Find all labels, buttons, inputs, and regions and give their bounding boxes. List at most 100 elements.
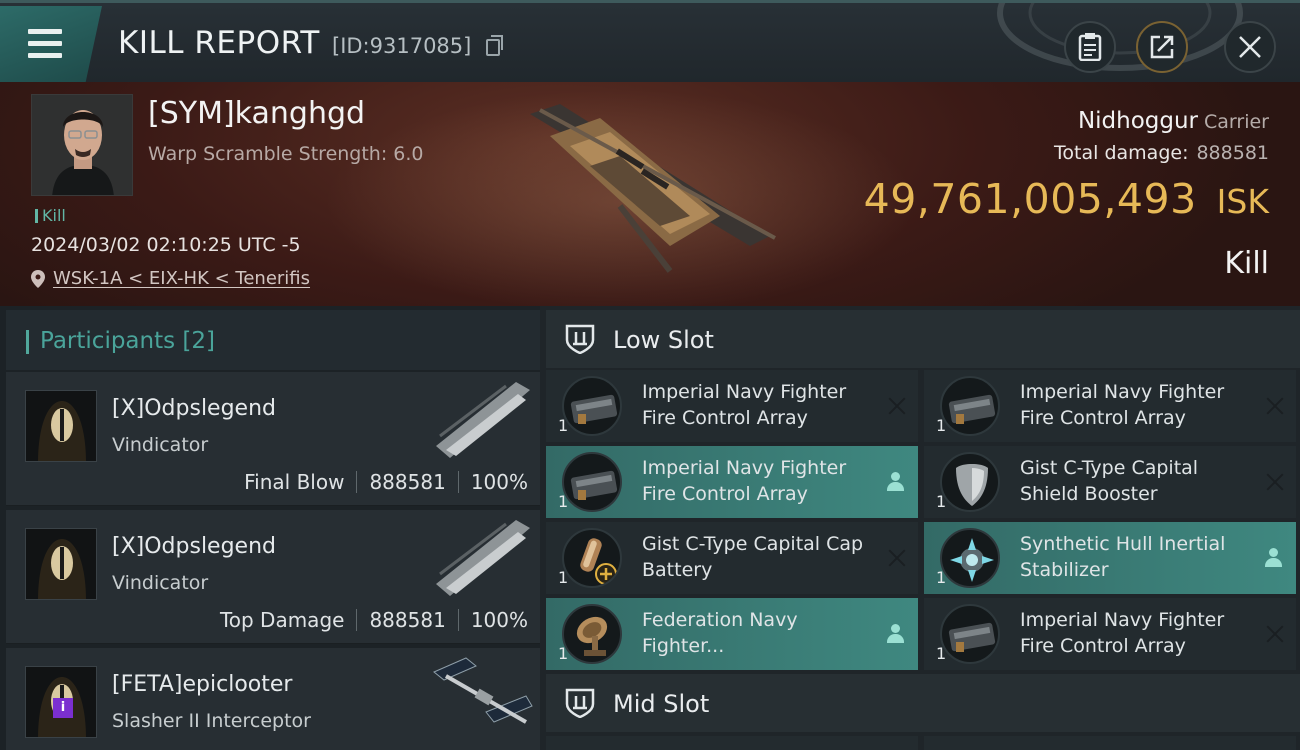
destroyed-icon — [1266, 625, 1284, 643]
fighter-control-array-icon — [562, 452, 622, 512]
stat-divider — [356, 471, 358, 493]
victim-name[interactable]: [SYM]kanghgd — [148, 96, 365, 131]
module-image — [956, 464, 988, 506]
destroyed-icon — [1266, 397, 1284, 415]
participants-accent — [26, 330, 29, 354]
module-name: Imperial Navy Fighter Fire Control Array — [1020, 609, 1225, 657]
fitting-panel: Low Slot 1 Imperial Navy Fighter Fire Co… — [540, 306, 1300, 750]
share-button[interactable] — [1136, 21, 1188, 73]
participant-damage: 888581 — [369, 470, 446, 494]
menu-icon-bar — [28, 53, 62, 58]
victim-avatar[interactable] — [31, 94, 133, 196]
location-pin-icon — [31, 269, 45, 288]
kill-location[interactable]: WSK-1A < EIX-HK < Tenerifis — [31, 268, 310, 289]
victim-ship-name: Nidhoggur — [1077, 108, 1199, 134]
module-item[interactable]: 1 Imperial Navy Fighter Fire Control Arr… — [924, 598, 1296, 670]
participant-ship: Vindicator — [112, 434, 209, 456]
module-quantity: 1 — [558, 568, 569, 587]
close-button[interactable] — [1224, 21, 1276, 73]
module-item[interactable]: 1 Imperial Navy Fighter Fire Control Arr… — [924, 370, 1296, 442]
participant-portrait — [26, 529, 96, 599]
module-item[interactable]: 1 Gist C-Type Capital Cap Battery — [546, 522, 918, 594]
participant-name[interactable]: [FETA]epiclooter — [112, 672, 292, 697]
mid-slot-header: Mid Slot — [546, 674, 1300, 732]
low-slot-icon — [565, 324, 595, 354]
participant-ship: Vindicator — [112, 572, 209, 594]
module-quantity: 1 — [936, 644, 947, 663]
participants-header: Participants [2] — [6, 310, 540, 370]
module-name: Gist C-Type Capital Cap Battery — [642, 533, 864, 581]
participant-name[interactable]: [X]Odpslegend — [112, 534, 276, 559]
fighter-module-icon — [562, 604, 622, 664]
participant-row[interactable]: [X]Odpslegend Vindicator Final Blow 88858… — [6, 372, 540, 506]
module-image — [570, 470, 618, 500]
module-name: Imperial Navy Fighter Fire Control Array — [642, 457, 847, 505]
participant-ship-image — [436, 520, 530, 596]
participant-percent: 100% — [470, 608, 528, 632]
victim-ship-class: Carrier — [1204, 111, 1269, 133]
participant-damage: 888581 — [369, 608, 446, 632]
stat-divider — [356, 609, 358, 631]
participant-percent: 100% — [470, 470, 528, 494]
total-damage-value: 888581 — [1196, 142, 1269, 164]
stat-divider — [457, 471, 459, 493]
module-item[interactable]: 1 Federation Navy Fighter... — [546, 598, 918, 670]
menu-icon-bar — [28, 41, 62, 46]
module-item[interactable]: 1 Imperial Navy Fighter Fire Control Arr… — [546, 446, 918, 518]
mid-slot-icon — [565, 688, 595, 718]
low-slot-label: Low Slot — [613, 326, 714, 354]
victim-ship[interactable]: Nidhoggur Carrier — [1078, 108, 1269, 134]
participants-panel: Participants [2] [X]Odpslegend Vindicato… — [0, 306, 540, 750]
participants-label: Participants — [40, 328, 176, 354]
module-image — [576, 616, 608, 656]
participant-ship: Slasher II Interceptor — [112, 710, 311, 732]
kill-id: [ID:9317085] — [332, 34, 472, 58]
close-icon — [1239, 36, 1261, 58]
module-image — [948, 622, 996, 652]
destroyed-icon — [888, 549, 906, 567]
module-name: Imperial Navy Fighter Fire Control Array — [1020, 381, 1225, 429]
inertial-stabilizer-icon — [940, 528, 1000, 588]
module-quantity: 1 — [936, 568, 947, 587]
fighter-control-array-icon — [940, 376, 1000, 436]
kill-tag: Kill — [35, 206, 66, 225]
share-icon — [1150, 35, 1174, 59]
participant-stats: Top Damage 888581 100% — [220, 608, 528, 632]
participant-row[interactable]: [X]Odpslegend Vindicator Top Damage 88858… — [6, 510, 540, 644]
module-image — [948, 394, 996, 424]
dropped-person-icon — [886, 624, 904, 644]
module-quantity: 1 — [936, 416, 947, 435]
participant-name[interactable]: [X]Odpslegend — [112, 396, 276, 421]
module-item[interactable]: 1 Imperial Navy Fighter Fire Control Arr… — [546, 370, 918, 442]
participant-row[interactable]: i [FETA]epiclooter Slasher II Intercepto… — [6, 648, 540, 750]
isk-unit: ISK — [1216, 182, 1269, 221]
low-slot-header: Low Slot — [546, 310, 1300, 368]
participants-count: [2] — [182, 328, 216, 354]
dropped-person-icon — [1264, 548, 1282, 568]
menu-button[interactable] — [0, 6, 102, 82]
victim-ship-image — [530, 104, 776, 273]
module-name: Gist C-Type Capital Shield Booster — [1020, 457, 1199, 505]
mid-slot-label: Mid Slot — [613, 690, 710, 718]
stat-divider — [457, 609, 459, 631]
location-link[interactable]: WSK-1A < EIX-HK < Tenerifis — [53, 268, 310, 289]
kill-type-label: Kill — [1224, 246, 1269, 281]
participant-role: Top Damage — [219, 608, 345, 632]
module-item[interactable]: 1 Synthetic Hull Inertial Stabilizer — [924, 522, 1296, 594]
module-item-partial[interactable] — [924, 736, 1296, 750]
module-item-partial[interactable] — [546, 736, 918, 750]
cap-battery-icon — [562, 528, 622, 588]
module-image — [570, 394, 618, 424]
clipboard-button[interactable] — [1064, 21, 1116, 73]
module-quantity: 1 — [558, 644, 569, 663]
kill-datetime: 2024/03/02 02:10:25 UTC -5 — [31, 234, 301, 256]
victim-banner: [SYM]kanghgd Warp Scramble Strength: 6.0… — [0, 82, 1300, 306]
destroyed-icon — [1266, 473, 1284, 491]
module-name: Federation Navy Fighter... — [642, 609, 798, 657]
module-item[interactable]: 1 Gist C-Type Capital Shield Booster — [924, 446, 1296, 518]
module-quantity: 1 — [936, 492, 947, 511]
module-image — [580, 538, 617, 585]
copy-icon[interactable] — [486, 35, 503, 56]
module-image — [950, 538, 994, 582]
destroyed-icon — [888, 397, 906, 415]
